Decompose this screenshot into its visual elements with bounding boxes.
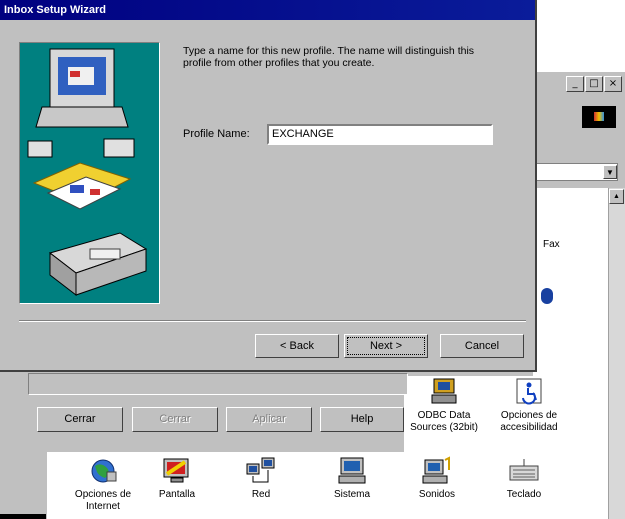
wizard-instructions: Type a name for this new profile. The na… — [183, 45, 475, 69]
display-icon — [161, 456, 193, 486]
cancel-button[interactable]: Cancel — [440, 334, 524, 358]
icon-network[interactable]: Red — [221, 456, 301, 501]
dialog-separator — [19, 320, 526, 322]
fax-label: Fax — [543, 239, 560, 250]
chevron-down-icon[interactable]: ▼ — [603, 165, 617, 179]
next-button[interactable]: Next > — [344, 334, 428, 358]
inner-status-field — [28, 373, 408, 395]
close-button[interactable]: × — [604, 76, 622, 92]
icon-accessibility[interactable]: Opciones de accesibilidad — [489, 377, 569, 434]
scroll-up-arrow-icon[interactable]: ▲ — [609, 189, 624, 204]
windows-logo-icon — [582, 106, 616, 128]
icon-system[interactable]: Sistema — [312, 456, 392, 501]
system-icon — [336, 456, 368, 486]
maximize-button[interactable]: □ — [585, 76, 603, 92]
internet-options-icon — [87, 456, 119, 486]
disabled-button-2: Aplicar — [226, 407, 312, 432]
profile-name-input[interactable]: EXCHANGE — [267, 124, 493, 145]
icon-label: Sistema — [333, 489, 371, 500]
profile-name-label: Profile Name: — [183, 128, 250, 140]
icon-keyboard[interactable]: Teclado — [484, 456, 564, 501]
wizard-illustration — [19, 42, 160, 304]
icon-internet-options[interactable]: Opciones de Internet — [63, 456, 143, 513]
accessibility-icon — [513, 377, 545, 407]
minimize-button[interactable]: _ — [566, 76, 584, 92]
icon-display[interactable]: Pantalla — [137, 456, 217, 501]
icon-sounds[interactable]: Sonidos — [397, 456, 477, 501]
odbc-icon — [428, 377, 460, 407]
icon-label: Opciones de accesibilidad — [500, 410, 558, 433]
network-icon — [245, 456, 277, 486]
icon-label: Red — [251, 489, 271, 500]
keyboard-icon — [508, 456, 540, 486]
computer-fax-illustration-icon — [27, 48, 148, 297]
icon-odbc[interactable]: ODBC Data Sources (32bit) — [404, 377, 484, 434]
icon-label: Teclado — [506, 489, 542, 500]
left-frame — [0, 376, 47, 519]
icon-label: Pantalla — [158, 489, 196, 500]
help-button[interactable]: Help — [320, 407, 404, 432]
vertical-scrollbar[interactable] — [608, 188, 625, 519]
icon-label: ODBC Data Sources (32bit) — [410, 410, 478, 433]
icon-label: Opciones de Internet — [74, 489, 132, 512]
cerrar-button[interactable]: Cerrar — [37, 407, 123, 432]
icon-label: Sonidos — [418, 489, 456, 500]
back-button[interactable]: < Back — [255, 334, 339, 358]
window-controls: _ □ × — [566, 76, 622, 92]
sounds-icon — [421, 456, 453, 486]
partial-icon — [541, 288, 553, 304]
disabled-button-1: Cerrar — [132, 407, 218, 432]
dialog-title-bar[interactable]: Inbox Setup Wizard — [0, 0, 535, 20]
